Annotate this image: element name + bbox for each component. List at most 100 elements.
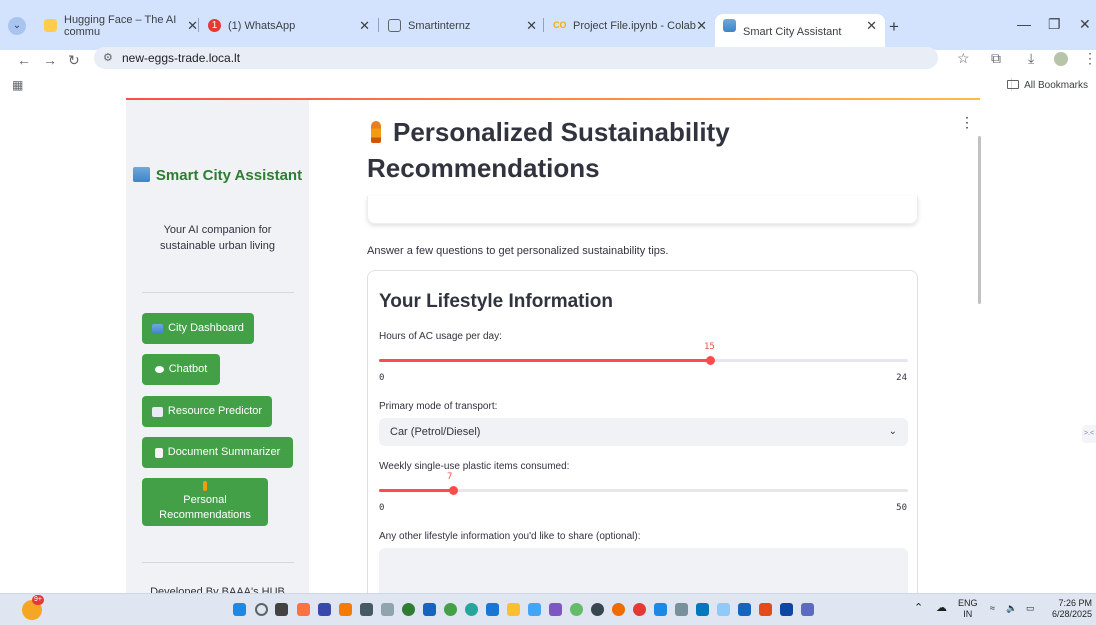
settings-icon[interactable]: [675, 603, 688, 616]
nav-resource-predictor-button[interactable]: Resource Predictor: [142, 396, 272, 427]
task-view-icon[interactable]: [275, 603, 288, 616]
chrome-icon[interactable]: [444, 603, 457, 616]
close-tab-icon[interactable]: ✕: [187, 18, 198, 34]
nav-document-summarizer-button[interactable]: Document Summarizer: [142, 437, 293, 468]
chrome-icon[interactable]: [612, 603, 625, 616]
slider-thumb[interactable]: [706, 356, 715, 365]
app-icon[interactable]: [759, 603, 772, 616]
vlc-icon[interactable]: [339, 603, 352, 616]
city-icon: [152, 323, 164, 334]
edge-icon[interactable]: [465, 603, 478, 616]
address-bar[interactable]: ⚙ new-eggs-trade.loca.lt: [94, 47, 938, 69]
widgets-icon[interactable]: [297, 603, 310, 616]
sidebar-subtitle: Your AI companion for sustainable urban …: [160, 224, 275, 252]
app-icon: [723, 19, 736, 32]
forward-icon[interactable]: →: [43, 52, 57, 68]
divider: [142, 562, 294, 563]
person-icon: [203, 481, 207, 491]
whatsapp-icon[interactable]: [570, 603, 583, 616]
menu-kebab-icon[interactable]: ⋮: [1083, 50, 1096, 67]
site-info-icon[interactable]: ⚙: [103, 47, 113, 69]
sidebar: Smart City Assistant Your AI companion f…: [126, 100, 309, 598]
hugging-face-icon: [44, 19, 57, 32]
transport-label: Primary mode of transport:: [379, 401, 498, 412]
all-bookmarks-button[interactable]: All Bookmarks: [1007, 80, 1088, 91]
app-icon[interactable]: [801, 603, 814, 616]
ac-usage-slider[interactable]: 15: [379, 342, 908, 365]
wifi-icon[interactable]: ≈: [990, 603, 995, 614]
empty-card: [367, 196, 918, 224]
app-icon[interactable]: [381, 603, 394, 616]
city-icon: [132, 167, 150, 182]
chart-icon: [151, 406, 163, 417]
nav-chatbot-button[interactable]: Chatbot: [142, 354, 220, 385]
app-icon[interactable]: [780, 603, 793, 616]
side-panel-icon[interactable]: >.<: [1082, 425, 1096, 443]
download-icon[interactable]: ⤓: [1028, 50, 1034, 67]
ac-usage-label: Hours of AC usage per day:: [379, 331, 502, 342]
other-info-label: Any other lifestyle information you'd li…: [379, 531, 641, 542]
file-explorer-icon[interactable]: [507, 603, 520, 616]
reload-icon[interactable]: ↻: [68, 52, 80, 69]
apps-grid-icon[interactable]: ▦: [12, 78, 23, 92]
new-tab-icon[interactable]: +: [889, 17, 899, 37]
teams-icon[interactable]: [318, 603, 331, 616]
app-icon[interactable]: [423, 603, 436, 616]
person-icon: [371, 121, 381, 143]
tab-smartinternz[interactable]: Smartinternz ✕: [380, 14, 545, 38]
app-icon[interactable]: [717, 603, 730, 616]
tab-search-icon[interactable]: ⌄: [8, 17, 26, 35]
app-icon[interactable]: [696, 603, 709, 616]
start-icon[interactable]: [233, 603, 246, 616]
back-icon[interactable]: ←: [17, 52, 31, 68]
bookmark-star-icon[interactable]: ☆: [957, 50, 970, 67]
slider-thumb[interactable]: [449, 486, 458, 495]
form-title: Your Lifestyle Information: [379, 291, 614, 312]
search-icon[interactable]: [255, 603, 268, 616]
tab-colab[interactable]: CO Project File.ipynb - Colab ✕: [545, 14, 715, 38]
bookmarks-bar: [0, 74, 1096, 98]
nav-personal-recommendations-button[interactable]: Personal Recommendations: [142, 478, 268, 526]
slider-max: 24: [896, 373, 907, 383]
slider-min: 0: [379, 503, 385, 513]
volume-icon[interactable]: 🔈: [1006, 603, 1017, 614]
language-indicator[interactable]: ENG IN: [958, 598, 978, 620]
chevron-up-icon[interactable]: ⌃: [914, 603, 923, 614]
sidebar-title: Smart City Assistant: [126, 166, 309, 185]
profile-avatar[interactable]: [1054, 52, 1068, 66]
plastic-slider[interactable]: 7: [379, 472, 908, 495]
app-icon[interactable]: [591, 603, 604, 616]
chevron-down-icon: ⌄: [888, 426, 897, 437]
lifestyle-form: Your Lifestyle Information Hours of AC u…: [367, 270, 918, 608]
nav-city-dashboard-button[interactable]: City Dashboard: [142, 313, 254, 344]
tab-whatsapp[interactable]: 1 (1) WhatsApp: [200, 14, 330, 38]
battery-icon[interactable]: ▭: [1026, 603, 1035, 614]
extensions-icon[interactable]: ⧉: [991, 50, 1001, 67]
minimize-icon[interactable]: —: [1017, 16, 1031, 32]
app-icon[interactable]: [360, 603, 373, 616]
close-window-icon[interactable]: ✕: [1079, 16, 1091, 33]
windows-taskbar: 9+ ⌃ ☁ ENG IN ≈ 🔈 ▭ 7:26 PM 6/28/2025: [0, 593, 1096, 625]
clock[interactable]: 7:26 PM 6/28/2025: [1046, 598, 1092, 620]
app-icon[interactable]: [738, 603, 751, 616]
app-icon[interactable]: [528, 603, 541, 616]
transport-select[interactable]: Car (Petrol/Diesel) ⌄: [379, 418, 908, 446]
tab-smart-city-assistant[interactable]: Smart City Assistant ✕: [715, 14, 885, 50]
close-tab-icon[interactable]: ✕: [866, 18, 877, 34]
chrome-icon[interactable]: [633, 603, 646, 616]
close-tab-icon[interactable]: ✕: [359, 18, 370, 34]
scrollbar-thumb[interactable]: [978, 136, 981, 304]
close-tab-icon[interactable]: ✕: [526, 18, 537, 34]
web-page: Smart City Assistant Your AI companion f…: [0, 98, 1096, 608]
spotify-icon[interactable]: [402, 603, 415, 616]
close-tab-icon[interactable]: ✕: [696, 18, 707, 34]
app-menu-icon[interactable]: ⋮: [960, 114, 974, 131]
vscode-icon[interactable]: [654, 603, 667, 616]
tab-hugging-face[interactable]: Hugging Face – The AI commu ✕: [36, 14, 206, 38]
slider-value: 7: [447, 472, 453, 482]
app-icon[interactable]: [486, 603, 499, 616]
app-icon[interactable]: [549, 603, 562, 616]
slider-value: 15: [704, 342, 715, 352]
onedrive-icon[interactable]: ☁: [936, 603, 947, 614]
restore-icon[interactable]: ❐: [1048, 16, 1061, 33]
